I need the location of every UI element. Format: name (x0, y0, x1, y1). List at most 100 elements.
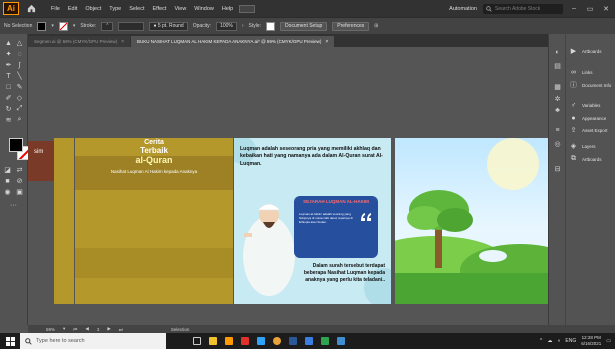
brush-definition-field[interactable]: ● 5 pt. Round (149, 21, 188, 31)
none-color-icon[interactable]: ⊘ (14, 176, 25, 186)
volume-icon[interactable]: ◖ (557, 338, 560, 344)
direct-selection-tool-icon[interactable]: △ (14, 38, 25, 48)
artboard-landscape[interactable] (395, 138, 548, 304)
stroke-panel-icon[interactable]: ≡ (553, 126, 562, 135)
transparency-icon[interactable]: ◎ (553, 139, 562, 148)
panel-appearance[interactable]: ● Appearance (569, 113, 606, 123)
screen-mode-icon[interactable]: ▣ (14, 187, 25, 197)
chevron-down-icon[interactable]: ▾ (73, 23, 76, 29)
rotate-tool-icon[interactable]: ↻ (3, 104, 14, 114)
scale-tool-icon[interactable]: ⤢ (14, 104, 25, 114)
libraries-icon[interactable]: ▤ (553, 61, 562, 70)
panel-artboards[interactable]: ⧉ Artboards (569, 154, 602, 164)
language-icon[interactable]: ENG (565, 338, 576, 344)
menu-window[interactable]: Window (194, 6, 214, 12)
line-tool-icon[interactable]: ╲ (14, 71, 25, 81)
maximize-icon[interactable]: ▭ (585, 4, 595, 14)
chevron-up-icon[interactable]: ^ (540, 338, 542, 344)
pen-tool-icon[interactable]: ✒ (3, 60, 14, 70)
taskbar-search-input[interactable]: Type here to search (20, 333, 166, 349)
prev-artboard-icon[interactable]: ◀ (85, 326, 88, 332)
rectangle-tool-icon[interactable]: □ (3, 82, 14, 92)
color-mode-icon[interactable]: ■ (2, 176, 13, 186)
first-artboard-icon[interactable]: ⏮ (73, 327, 77, 332)
menu-select[interactable]: Select (129, 6, 144, 12)
preferences-button[interactable]: Preferences (332, 21, 370, 31)
menu-view[interactable]: View (174, 6, 186, 12)
arrange-icon[interactable]: ⊞ (374, 23, 378, 29)
selection-tool-icon[interactable]: ▲ (3, 38, 14, 48)
menu-type[interactable]: Type (109, 6, 121, 12)
chevron-down-icon[interactable]: ▾ (63, 326, 65, 332)
artboard-cover[interactable]: Cerita Terbaik al-Quran Nasihat Luqman A… (75, 138, 233, 304)
task-view-icon[interactable] (190, 333, 204, 349)
chrome-taskbar-icon[interactable] (270, 333, 284, 349)
more-tools-icon[interactable]: ··· (8, 200, 19, 210)
windows-start-icon[interactable] (0, 333, 20, 349)
tab-buku-nasihat[interactable]: BUKU NASIHAT LUQMAN AL HAKIM KEPADA ANAK… (131, 36, 335, 47)
zoom-tool-icon[interactable]: ⌕ (14, 115, 25, 125)
align-icon[interactable]: ⊟ (553, 164, 562, 173)
default-colors-icon[interactable]: ◪ (2, 165, 13, 175)
fill-color-icon[interactable] (9, 138, 23, 152)
symbols-icon[interactable]: ♣ (553, 106, 562, 115)
artboard-story[interactable]: Luqman adalah seseorang pria yang memili… (234, 138, 391, 304)
panel-links[interactable]: ∞ Links (569, 67, 593, 77)
app-taskbar-icon[interactable] (334, 333, 348, 349)
menu-object[interactable]: Object (85, 6, 101, 12)
variable-width-field[interactable] (118, 21, 145, 31)
eraser-tool-icon[interactable]: ◇ (14, 93, 25, 103)
paintbrush-tool-icon[interactable]: ✎ (14, 82, 25, 92)
last-artboard-icon[interactable]: ⏭ (119, 327, 123, 332)
store-taskbar-icon[interactable] (302, 333, 316, 349)
color-panel-icon[interactable]: ◐ (553, 48, 562, 57)
panel-artboards-top[interactable]: ▶ Artboards (569, 46, 602, 56)
home-icon[interactable] (25, 3, 37, 15)
menu-effect[interactable]: Effect (153, 6, 167, 12)
close-icon[interactable]: ✕ (601, 4, 611, 14)
file-explorer-icon[interactable] (206, 333, 220, 349)
brushes-icon[interactable]: ✲ (553, 94, 562, 103)
canvas[interactable]: sim Cerita Terbaik al-Quran Nasihat Luqm… (28, 47, 548, 325)
fill-swatch[interactable] (37, 21, 47, 31)
artboard-number[interactable]: 3 (97, 327, 100, 332)
stroke-weight-field[interactable]: ⌃ (101, 21, 114, 31)
shaper-tool-icon[interactable]: ✐ (3, 93, 14, 103)
workspace-switcher[interactable]: Automation (449, 6, 477, 12)
tab-segmen[interactable]: Segmen.ai @ 59% (CMYK/GPU Preview) × (28, 36, 131, 47)
close-icon[interactable]: × (121, 39, 124, 45)
panel-layers[interactable]: ◈ Layers (569, 141, 596, 151)
graphic-style-swatch[interactable] (266, 21, 276, 31)
word-taskbar-icon[interactable] (286, 333, 300, 349)
arrange-documents-button[interactable] (239, 4, 256, 13)
minimize-icon[interactable]: – (569, 4, 579, 14)
lasso-tool-icon[interactable]: ◌ (14, 49, 25, 59)
photoshop-taskbar-icon[interactable] (254, 333, 268, 349)
magic-wand-icon[interactable]: ✦ (3, 49, 14, 59)
illustrator-taskbar-icon[interactable] (222, 333, 236, 349)
close-icon[interactable]: × (325, 39, 328, 45)
panel-variables[interactable]: ♂ Variables (569, 100, 601, 110)
menu-edit[interactable]: Edit (68, 6, 77, 12)
acrobat-taskbar-icon[interactable] (238, 333, 252, 349)
type-tool-icon[interactable]: T (3, 71, 14, 81)
panel-asset-export[interactable]: ⇪ Asset Export (569, 125, 608, 135)
stroke-swatch[interactable] (58, 21, 68, 31)
taskbar-clock[interactable]: 12:28 PM 6/16/2021 (581, 335, 601, 347)
artboard-partial[interactable] (54, 138, 74, 304)
next-artboard-icon[interactable]: ▶ (107, 326, 110, 332)
swatches-icon[interactable]: ▦ (553, 82, 562, 91)
curvature-tool-icon[interactable]: ∫ (14, 60, 25, 70)
swap-colors-icon[interactable]: ⇄ (14, 165, 25, 175)
document-setup-button[interactable]: Document Setup (280, 21, 328, 31)
draw-mode-icon[interactable]: ◉ (2, 187, 13, 197)
panel-document-info[interactable]: ⓘ Document Info (569, 80, 611, 90)
menu-file[interactable]: File (51, 6, 60, 12)
chevron-right-icon[interactable]: › (242, 23, 244, 29)
chevron-down-icon[interactable]: ▾ (51, 23, 54, 29)
width-tool-icon[interactable]: ≋ (3, 115, 14, 125)
notification-icon[interactable]: ▭ (606, 338, 611, 344)
media-taskbar-icon[interactable] (318, 333, 332, 349)
stock-search-input[interactable]: Search Adobe Stock (483, 3, 563, 14)
zoom-level[interactable]: 59% (46, 327, 55, 332)
